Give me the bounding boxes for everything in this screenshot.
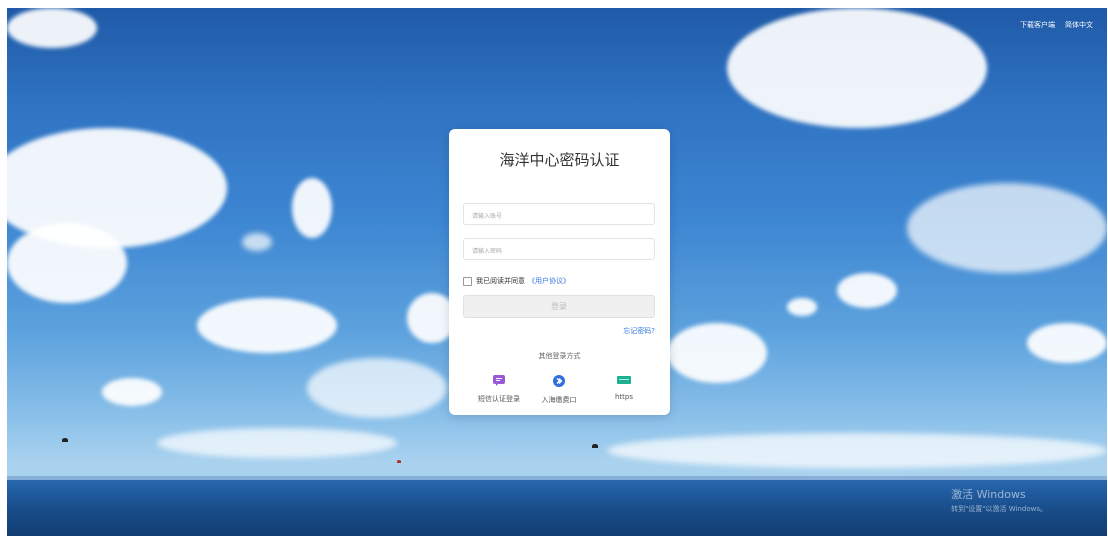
login-title: 海洋中心密码认证 xyxy=(499,151,620,169)
portal-icon xyxy=(553,375,565,387)
parasail xyxy=(397,460,401,463)
cloud xyxy=(7,223,127,303)
cloud xyxy=(307,358,447,418)
cloud xyxy=(197,298,337,353)
sms-icon xyxy=(493,375,505,386)
login-button[interactable]: 登录 xyxy=(463,295,655,318)
portal-login-label: 入海缴费口 xyxy=(541,396,577,404)
https-login-option[interactable]: https xyxy=(594,375,654,401)
watermark-subtitle: 转到"设置"以激活 Windows。 xyxy=(951,505,1047,513)
https-icon xyxy=(617,376,631,384)
other-methods-label: 其他登录方式 xyxy=(538,352,581,360)
cloud xyxy=(787,298,817,316)
login-card: 海洋中心密码认证 请输入账号 请输入密码 我已阅读并同意 《用户协议》 登录 忘… xyxy=(449,129,670,415)
cloud xyxy=(1027,323,1107,363)
top-links: 下载客户端 简体中文 xyxy=(1020,20,1093,30)
parasail xyxy=(62,438,68,442)
cloud xyxy=(292,178,332,238)
sea xyxy=(7,476,1107,536)
agreement-row: 我已阅读并同意 《用户协议》 xyxy=(463,276,570,286)
agree-checkbox[interactable] xyxy=(463,276,472,286)
cloud xyxy=(667,323,767,383)
cloud xyxy=(7,8,97,48)
user-agreement-link[interactable]: 《用户协议》 xyxy=(528,276,570,286)
password-input[interactable]: 请输入密码 xyxy=(463,238,655,260)
background-scene: 下载客户端 简体中文 海洋中心密码认证 请输入账号 请输入密码 我已阅读并同意 … xyxy=(7,8,1107,536)
language-select[interactable]: 简体中文 xyxy=(1065,20,1093,30)
cloud xyxy=(157,428,397,458)
cloud xyxy=(907,183,1107,273)
cloud xyxy=(607,433,1107,468)
sms-login-label: 短信认证登录 xyxy=(478,395,520,403)
account-input[interactable]: 请输入账号 xyxy=(463,203,655,225)
agree-text: 我已阅读并同意 xyxy=(476,277,525,285)
parasail xyxy=(592,444,598,448)
forgot-password-link[interactable]: 忘记密码? xyxy=(623,326,655,336)
cloud xyxy=(837,273,897,308)
https-login-label: https xyxy=(614,393,634,401)
sms-login-option[interactable]: 短信认证登录 xyxy=(469,375,529,404)
cloud xyxy=(242,233,272,251)
watermark-title: 激活 Windows xyxy=(951,488,1026,501)
portal-login-option[interactable]: 入海缴费口 xyxy=(529,375,589,405)
download-client-link[interactable]: 下载客户端 xyxy=(1020,20,1055,30)
windows-activation-watermark: 激活 Windows 转到"设置"以激活 Windows。 xyxy=(951,486,1047,514)
cloud xyxy=(727,8,987,128)
cloud xyxy=(102,378,162,406)
